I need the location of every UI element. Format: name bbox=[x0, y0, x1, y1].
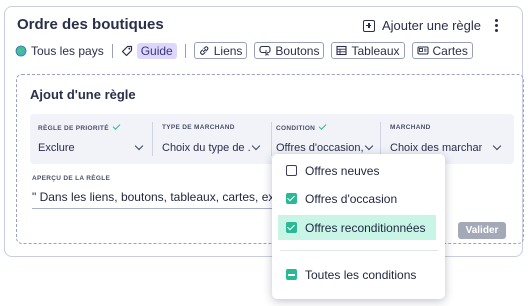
check-icon bbox=[112, 122, 121, 130]
filter-bar: Tous les pays Guide Liens Boutons Tablea… bbox=[15, 42, 480, 59]
link-icon bbox=[199, 46, 209, 55]
condition-option-all[interactable]: Toutes les conditions bbox=[278, 262, 436, 287]
condition-option-used[interactable]: Offres d'occasion bbox=[278, 186, 436, 211]
merchant-type-value: Choix du type de ... bbox=[162, 142, 250, 154]
merchant-type-label: TYPE DE MARCHAND bbox=[162, 124, 235, 131]
submit-button[interactable]: Valider bbox=[458, 222, 506, 239]
add-rule-button[interactable]: Ajouter une règle bbox=[363, 18, 481, 33]
filter-cards-label: Cartes bbox=[432, 43, 468, 58]
rule-preview-label: APERÇU DE LA RÈGLE bbox=[32, 175, 111, 182]
store-order-card: Ordre des boutiques Ajouter une règle To… bbox=[4, 6, 524, 257]
plus-square-icon bbox=[363, 19, 375, 32]
select-divider bbox=[152, 122, 153, 156]
condition-option-label: Offres reconditionnées bbox=[305, 220, 426, 235]
chevron-down-icon bbox=[134, 141, 144, 151]
more-options-icon[interactable] bbox=[495, 19, 499, 33]
filter-cards[interactable]: Cartes bbox=[411, 42, 473, 59]
filter-buttons-label: Boutons bbox=[275, 43, 320, 58]
filter-divider bbox=[184, 43, 186, 58]
merchant-type-select[interactable]: TYPE DE MARCHAND Choix du type de ... bbox=[154, 114, 272, 164]
chevron-down-icon bbox=[251, 141, 261, 151]
condition-value: Offres d'occasion,... bbox=[276, 142, 364, 154]
filter-guide[interactable]: Guide bbox=[121, 42, 177, 59]
merchant-label: MARCHAND bbox=[390, 124, 431, 131]
filter-all-countries[interactable]: Tous les pays bbox=[15, 44, 104, 58]
table-icon bbox=[336, 45, 348, 56]
checkbox-checked-icon bbox=[286, 222, 297, 233]
condition-option-refurbished[interactable]: Offres reconditionnées bbox=[278, 215, 436, 240]
select-divider bbox=[380, 122, 381, 156]
checkbox-checked-icon bbox=[286, 193, 297, 204]
filter-divider bbox=[111, 43, 113, 58]
condition-dropdown: Offres neuves Offres d'occasion Offres r… bbox=[272, 154, 445, 299]
condition-label: CONDITION bbox=[276, 125, 316, 132]
cursor-button-icon bbox=[259, 45, 271, 56]
priority-rule-value: Exclure bbox=[38, 142, 75, 154]
filter-all-countries-label: Tous les pays bbox=[31, 43, 104, 58]
checkbox-unchecked-icon bbox=[286, 165, 297, 176]
preview-underline bbox=[32, 208, 287, 209]
condition-option-all-label: Toutes les conditions bbox=[305, 267, 417, 282]
check-icon bbox=[318, 122, 327, 130]
priority-rule-label: RÈGLE DE PRIORITÉ bbox=[38, 125, 109, 132]
filter-tables-label: Tableaux bbox=[351, 43, 400, 58]
checkbox-indeterminate-icon bbox=[286, 269, 297, 280]
chevron-down-icon bbox=[492, 141, 502, 151]
priority-rule-select[interactable]: RÈGLE DE PRIORITÉ Exclure bbox=[30, 114, 152, 164]
card-icon bbox=[416, 46, 429, 55]
globe-icon bbox=[15, 45, 27, 56]
card-title: Ordre des boutiques bbox=[17, 16, 164, 33]
filter-guide-label: Guide bbox=[136, 42, 177, 59]
filter-tables[interactable]: Tableaux bbox=[331, 42, 405, 59]
filter-links-label: Liens bbox=[213, 43, 243, 58]
add-rule-label: Ajouter une règle bbox=[382, 18, 482, 33]
condition-option-label: Offres d'occasion bbox=[305, 191, 398, 206]
tag-icon bbox=[121, 45, 132, 56]
merchant-value: Choix des marchan... bbox=[390, 142, 482, 154]
filter-buttons[interactable]: Boutons bbox=[254, 42, 325, 59]
filter-links[interactable]: Liens bbox=[193, 42, 248, 59]
chevron-down-icon bbox=[364, 141, 374, 151]
dropdown-divider bbox=[280, 250, 438, 251]
condition-option-label: Offres neuves bbox=[305, 163, 380, 178]
condition-option-new[interactable]: Offres neuves bbox=[278, 158, 436, 183]
add-rule-title: Ajout d'une règle bbox=[30, 87, 136, 102]
add-rule-panel: Ajout d'une règle RÈGLE DE PRIORITÉ Excl… bbox=[16, 74, 524, 244]
